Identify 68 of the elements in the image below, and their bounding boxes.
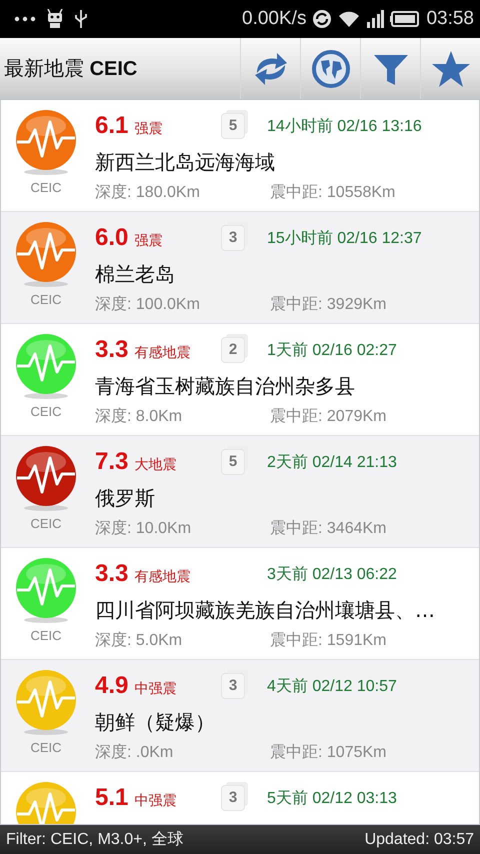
report-count: 3 [221, 785, 245, 811]
location-name: 四川省阿坝藏族羌族自治州壤塘县、… [95, 597, 436, 624]
quake-time: 5天前 02/12 03:13 [267, 788, 397, 808]
globe-icon [310, 48, 350, 88]
magnitude: 6.0 [95, 224, 128, 252]
category-label: 中强震 [134, 792, 176, 810]
distance-text: 震中距: 1075Km [270, 742, 386, 763]
location-name: 棉兰老岛 [95, 261, 176, 288]
report-count: 3 [221, 673, 245, 699]
category-label: 有感地震 [134, 344, 190, 362]
battery-icon [390, 11, 420, 27]
location-name: 青海省玉树藏族自治州杂多县 [95, 373, 356, 400]
quake-time: 4天前 02/12 10:57 [267, 676, 397, 696]
usb-icon [74, 9, 88, 29]
clock: 03:58 [426, 8, 474, 30]
report-count: 5 [221, 113, 245, 139]
filter-summary: Filter: CEIC, M3.0+, 全球 [6, 830, 184, 850]
star-icon [430, 48, 470, 88]
magnitude: 5.1 [95, 784, 128, 812]
quake-time: 2天前 02/14 21:13 [267, 452, 397, 472]
distance-text: 震中距: 3929Km [270, 294, 386, 315]
source-label: CEIC [30, 740, 62, 755]
source-label: CEIC [30, 516, 62, 531]
category-label: 中强震 [134, 680, 176, 698]
location-name: 新西兰北岛远海海域 [95, 149, 276, 176]
report-count: 5 [221, 449, 245, 475]
signal-icon [366, 10, 384, 28]
magnitude: 3.3 [95, 336, 128, 364]
quake-time: 14小时前 02/16 13:16 [267, 116, 422, 136]
depth-text: 深度: 8.0Km [95, 406, 184, 427]
source-label: CEIC [30, 180, 62, 195]
source-label: CEIC [30, 292, 62, 307]
distance-text: 震中距: 2079Km [270, 406, 386, 427]
category-label: 强震 [134, 232, 162, 250]
magnitude: 4.9 [95, 672, 128, 700]
source-label: CEIC [30, 628, 62, 643]
distance-text: 震中距: 3464Km [270, 518, 386, 539]
quake-row[interactable]: CEIC 6.0 强震 3 15小时前 02/16 12:37 棉兰老岛 深度: 100.0Km 震中距: 3929Km [1, 212, 479, 324]
network-speed: 0.00K/s [242, 8, 306, 30]
depth-text: 深度: 180.0Km [95, 182, 201, 203]
source-label: CEIC [30, 404, 62, 419]
sync-icon [312, 9, 332, 29]
quake-time: 1天前 02/16 02:27 [267, 340, 397, 360]
wifi-icon [338, 10, 360, 28]
magnitude: 3.3 [95, 560, 128, 588]
location-name: 俄罗斯 [95, 485, 156, 512]
depth-text: 深度: 5.0Km [95, 630, 184, 651]
quake-time: 15小时前 02/16 12:37 [267, 228, 422, 248]
category-label: 有感地震 [134, 568, 190, 586]
category-label: 大地震 [134, 456, 176, 474]
quake-row[interactable]: CEIC 4.9 中强震 3 4天前 02/12 10:57 朝鲜（疑爆） 深度: .0Km 震中距: 1075Km [1, 660, 479, 772]
depth-text: 深度: .0Km [95, 742, 174, 763]
depth-text: 深度: 10.0Km [95, 518, 192, 539]
update-time: Updated: 03:57 [364, 830, 474, 848]
distance-text: 震中距: 10558Km [270, 182, 396, 203]
report-count: 3 [221, 225, 245, 251]
magnitude: 7.3 [95, 448, 128, 476]
quake-row[interactable]: CEIC 7.3 大地震 5 2天前 02/14 21:13 俄罗斯 深度: 10.0Km 震中距: 3464Km [1, 436, 479, 548]
quake-time: 3天前 02/13 06:22 [267, 564, 397, 584]
depth-text: 深度: 100.0Km [95, 294, 201, 315]
magnitude: 6.1 [95, 112, 128, 140]
category-label: 强震 [134, 120, 162, 138]
robot-icon [46, 9, 64, 29]
app-title: 最新地震 CEIC [3, 57, 138, 82]
location-name: 朝鲜（疑爆） [95, 709, 216, 736]
more-icon [14, 16, 36, 22]
report-count: 2 [221, 337, 245, 363]
distance-text: 震中距: 1591Km [270, 630, 386, 651]
